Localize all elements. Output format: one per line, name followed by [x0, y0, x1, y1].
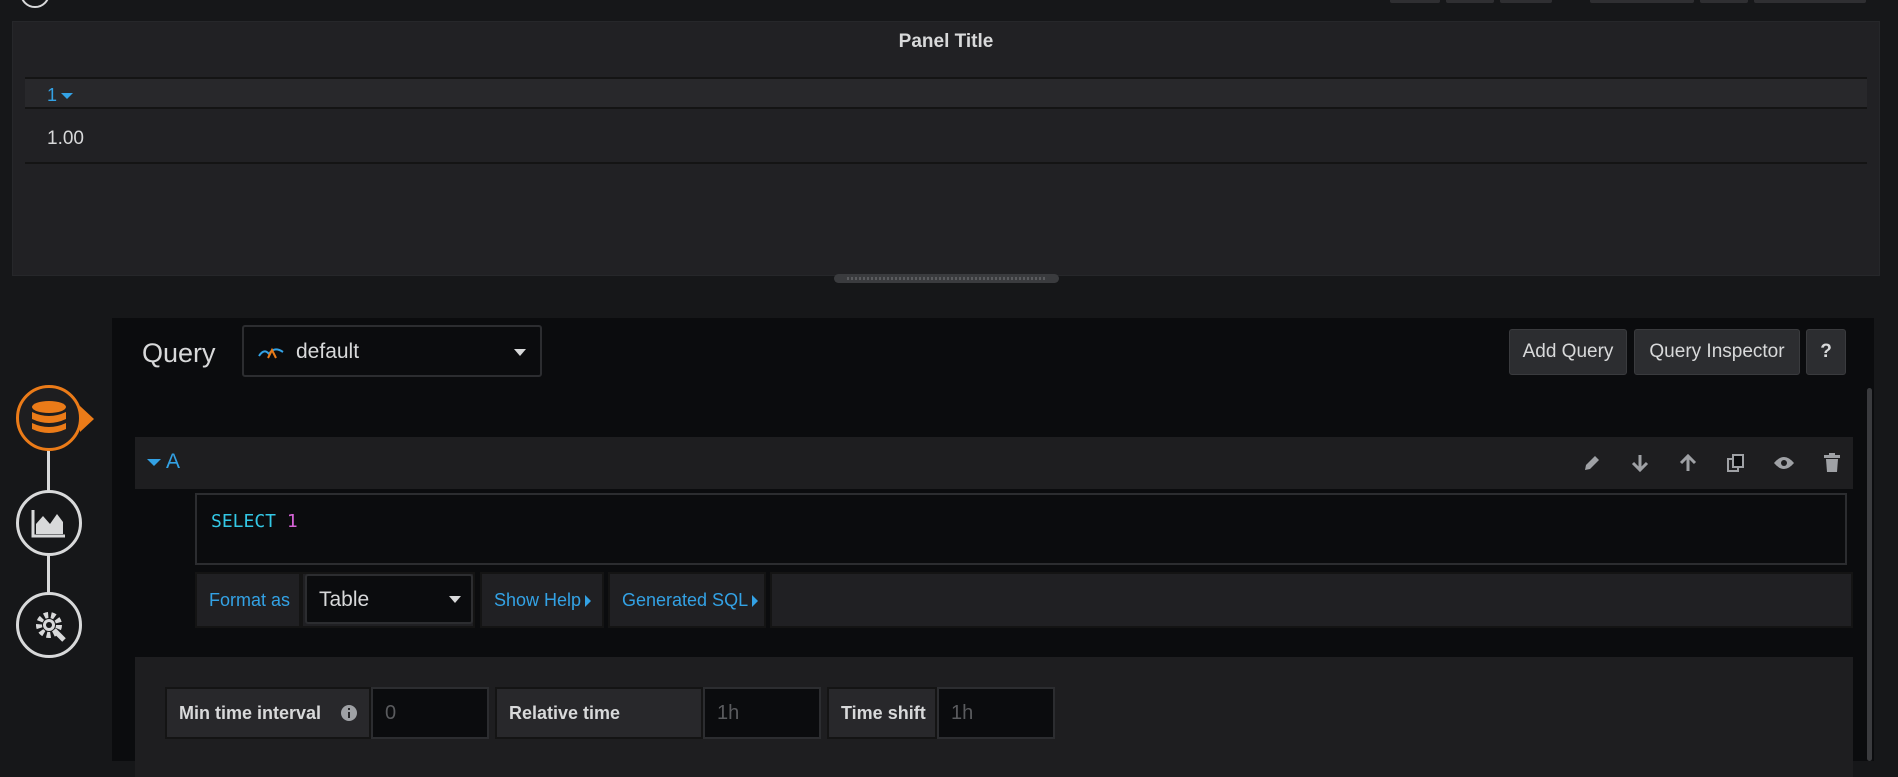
datasource-logo-icon: [258, 347, 284, 359]
eye-icon[interactable]: [1771, 450, 1797, 476]
time-shift-label: Time shift: [827, 687, 937, 739]
header-button[interactable]: [1500, 0, 1552, 3]
format-as-label: Format as: [209, 589, 291, 610]
settings-icon: [36, 612, 66, 642]
caret-right-icon: [752, 594, 759, 607]
query-row-header: A: [135, 437, 1853, 489]
help-button[interactable]: ?: [1806, 329, 1846, 375]
sql-editor[interactable]: SELECT 1: [195, 493, 1847, 565]
header-button[interactable]: [1754, 0, 1866, 3]
visualization-tab[interactable]: [16, 490, 82, 556]
table-row: 1.00: [25, 112, 1867, 164]
show-help-cell: Show Help: [480, 572, 604, 628]
table-header: 1: [25, 77, 1867, 109]
scrollbar[interactable]: [1867, 388, 1872, 761]
collapse-caret-icon[interactable]: [147, 459, 161, 466]
sql-value: 1: [286, 511, 298, 532]
duplicate-icon[interactable]: [1723, 450, 1749, 476]
min-time-interval-text: Min time interval: [179, 702, 322, 723]
move-up-icon[interactable]: [1675, 450, 1701, 476]
info-icon[interactable]: [341, 705, 357, 721]
generated-sql-link[interactable]: Generated SQL: [610, 589, 759, 611]
header-button[interactable]: [1590, 0, 1694, 3]
query-options-bar: Format as Table Show Help Generated SQL: [195, 572, 1853, 628]
relative-time-input[interactable]: 1h: [703, 687, 821, 739]
min-time-interval-input[interactable]: 0: [371, 687, 489, 739]
show-help-label: Show Help: [494, 589, 582, 610]
query-editor: Query default Add Query Query Inspector …: [112, 318, 1874, 777]
edit-icon[interactable]: [1579, 450, 1605, 476]
panel-title[interactable]: Panel Title: [13, 31, 1879, 53]
time-shift-input[interactable]: 1h: [937, 687, 1055, 739]
generated-sql-label: Generated SQL: [622, 589, 749, 610]
header-button[interactable]: [1390, 0, 1440, 3]
chevron-down-icon: [514, 349, 526, 356]
relative-time-label: Relative time: [495, 687, 703, 739]
format-as-select[interactable]: Table: [305, 574, 473, 624]
table-column-header[interactable]: 1: [47, 85, 74, 106]
column-header-label: 1: [47, 85, 58, 105]
query-ref-id[interactable]: A: [166, 450, 180, 474]
active-tab-arrow: [80, 406, 94, 432]
panel-resize-handle[interactable]: [834, 274, 1059, 283]
queries-tab[interactable]: [16, 385, 82, 451]
min-time-interval-label: Min time interval: [165, 687, 371, 739]
query-inspector-button[interactable]: Query Inspector: [1634, 329, 1800, 375]
format-as-value: Table: [319, 588, 370, 611]
sort-caret-icon: [61, 93, 74, 100]
header-button[interactable]: [1700, 0, 1748, 3]
header-button[interactable]: [1446, 0, 1494, 3]
options-bar-filler: [770, 572, 1853, 628]
header-icon[interactable]: [20, 0, 50, 8]
format-as-label-cell: Format as: [195, 572, 301, 628]
panel: Panel Title 1 1.00: [12, 21, 1880, 276]
query-row-actions: [1579, 450, 1845, 476]
general-tab[interactable]: [16, 592, 82, 658]
datasource-picker[interactable]: default: [242, 325, 542, 377]
query-label: Query: [142, 338, 216, 368]
trash-icon[interactable]: [1819, 450, 1845, 476]
move-down-icon[interactable]: [1627, 450, 1653, 476]
chevron-down-icon: [449, 596, 461, 603]
chart-icon: [31, 510, 65, 538]
table-cell: 1.00: [47, 128, 84, 149]
add-query-button[interactable]: Add Query: [1509, 329, 1627, 375]
query-options-section: Min time interval 0 Relative time 1h Tim…: [135, 657, 1853, 777]
caret-right-icon: [585, 594, 592, 607]
generated-sql-cell: Generated SQL: [608, 572, 766, 628]
database-icon: [32, 401, 66, 433]
datasource-name: default: [296, 340, 360, 363]
show-help-link[interactable]: Show Help: [482, 589, 592, 611]
sql-keyword: SELECT: [211, 511, 277, 532]
